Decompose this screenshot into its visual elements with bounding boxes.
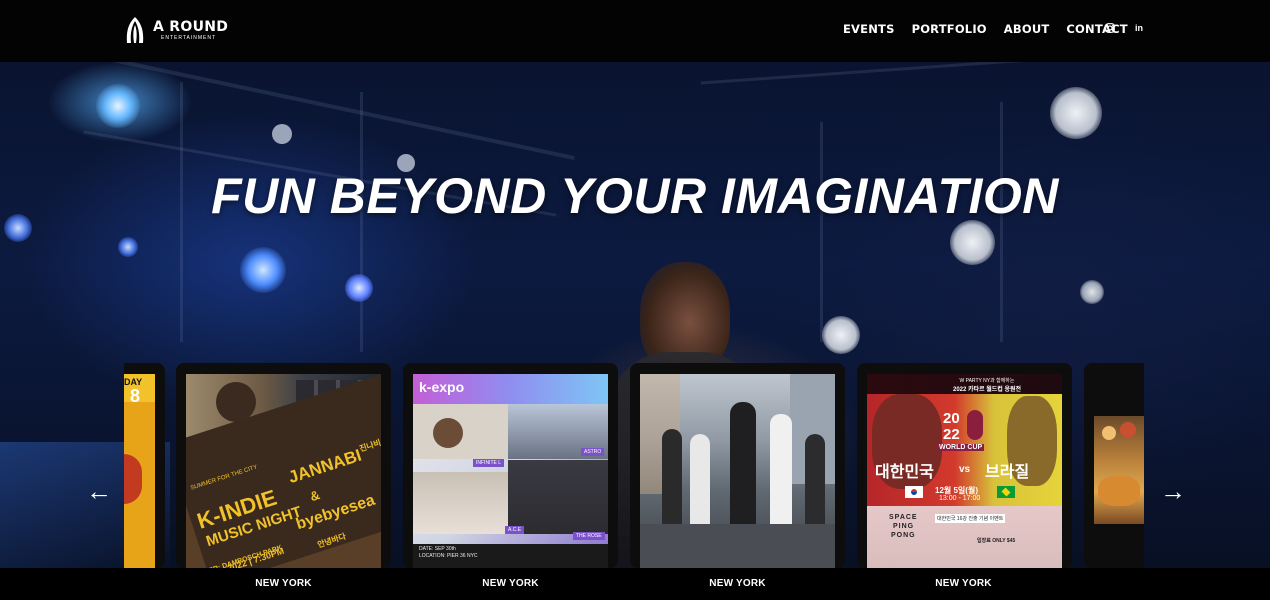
poster-day-number: 8 <box>130 386 141 406</box>
poster-world-cup: WORLD CUP <box>937 444 985 451</box>
event-card-kpop-dance[interactable] <box>630 363 845 568</box>
event-carousel: DAY 8 SUMMER FOR THE CITY K-INDIE MUSIC … <box>124 363 1144 568</box>
event-poster-k-indie: SUMMER FOR THE CITY K-INDIE MUSIC NIGHT … <box>186 374 381 568</box>
card-city-label: NEW YORK <box>482 578 539 589</box>
poster-artist-4: THE ROSE <box>573 532 605 540</box>
event-poster-world-cup: W PARTY NY과 함께하는 2022 카타르 월드컵 응원전 20 22 … <box>867 374 1062 568</box>
carousel-prev-arrow-icon[interactable]: ← <box>86 478 112 504</box>
nav-about[interactable]: ABOUT <box>1004 22 1050 36</box>
card-city-label: NEW YORK <box>709 578 766 589</box>
poster-year-bottom: 22 <box>943 426 960 443</box>
poster-artist-2: ASTRO <box>581 448 605 456</box>
poster-venue-3: PONG <box>891 532 916 539</box>
event-card-world-cup[interactable]: W PARTY NY과 함께하는 2022 카타르 월드컵 응원전 20 22 … <box>857 363 1072 568</box>
hero-title: FUN BEYOND YOUR IMAGINATION <box>211 168 1059 224</box>
brand-sub: ENTERTAINMENT <box>161 34 217 41</box>
nav-events[interactable]: EVENTS <box>843 22 895 36</box>
card-city-label: NEW YORK <box>255 578 312 589</box>
event-card-k-expo[interactable]: k-expo INFINITE L ASTRO A.C.E THE ROSE D… <box>403 363 618 568</box>
poster-artist-1: INFINITE L <box>473 459 505 467</box>
poster-top-line1: W PARTY NY과 함께하는 <box>959 378 1015 384</box>
korea-flag-icon <box>905 486 923 498</box>
brazil-flag-icon <box>997 486 1015 498</box>
carousel-next-arrow-icon[interactable]: → <box>1160 478 1186 504</box>
poster-artist-3: A.C.E <box>505 526 525 534</box>
event-card-partial-left[interactable]: DAY 8 <box>124 363 165 568</box>
event-card-partial-right[interactable] <box>1084 363 1144 568</box>
event-card-k-indie[interactable]: SUMMER FOR THE CITY K-INDIE MUSIC NIGHT … <box>176 363 391 568</box>
event-poster: DAY 8 <box>124 374 155 568</box>
poster-venue-1: SPACE <box>889 514 918 521</box>
poster-location: LOCATION: PIER 36 NYC <box>419 553 478 559</box>
nav-portfolio[interactable]: PORTFOLIO <box>912 22 987 36</box>
poster-time: 13:00 - 17:00 <box>939 495 981 502</box>
poster-top-line2: 2022 카타르 월드컵 응원전 <box>952 387 1022 393</box>
poster-team-korea: 대한민국 <box>875 464 934 481</box>
event-poster-partial <box>1094 416 1144 524</box>
poster-event-line: 대한민국 16강 진출 기념 이벤트 <box>935 514 1006 523</box>
top-navbar: A ROUND ENTERTAINMENT EVENTS PORTFOLIO A… <box>0 0 1270 62</box>
linkedin-icon[interactable]: in <box>1132 21 1146 35</box>
event-photo-dancers <box>640 374 835 568</box>
poster-year-top: 20 <box>943 410 960 427</box>
main-nav: EVENTS PORTFOLIO ABOUT CONTACT <box>843 22 1145 36</box>
poster-team-brazil: 브라질 <box>985 464 1030 481</box>
instagram-icon[interactable] <box>1103 21 1117 35</box>
brand-name: A ROUND <box>153 18 229 35</box>
poster-date: DATE: SEP 30th <box>419 546 456 552</box>
event-poster-k-expo: k-expo INFINITE L ASTRO A.C.E THE ROSE D… <box>413 374 608 568</box>
poster-venue-2: PING <box>893 523 915 530</box>
logo-mark-icon <box>126 17 144 43</box>
social-links: in <box>1103 21 1161 35</box>
poster-price: 입장료 ONLY $45 <box>977 538 1016 544</box>
poster-vs: vs <box>959 464 971 475</box>
card-city-label: NEW YORK <box>935 578 992 589</box>
poster-k-expo-brand: k-expo <box>419 379 465 395</box>
brand-logo[interactable]: A ROUND ENTERTAINMENT <box>124 15 228 45</box>
